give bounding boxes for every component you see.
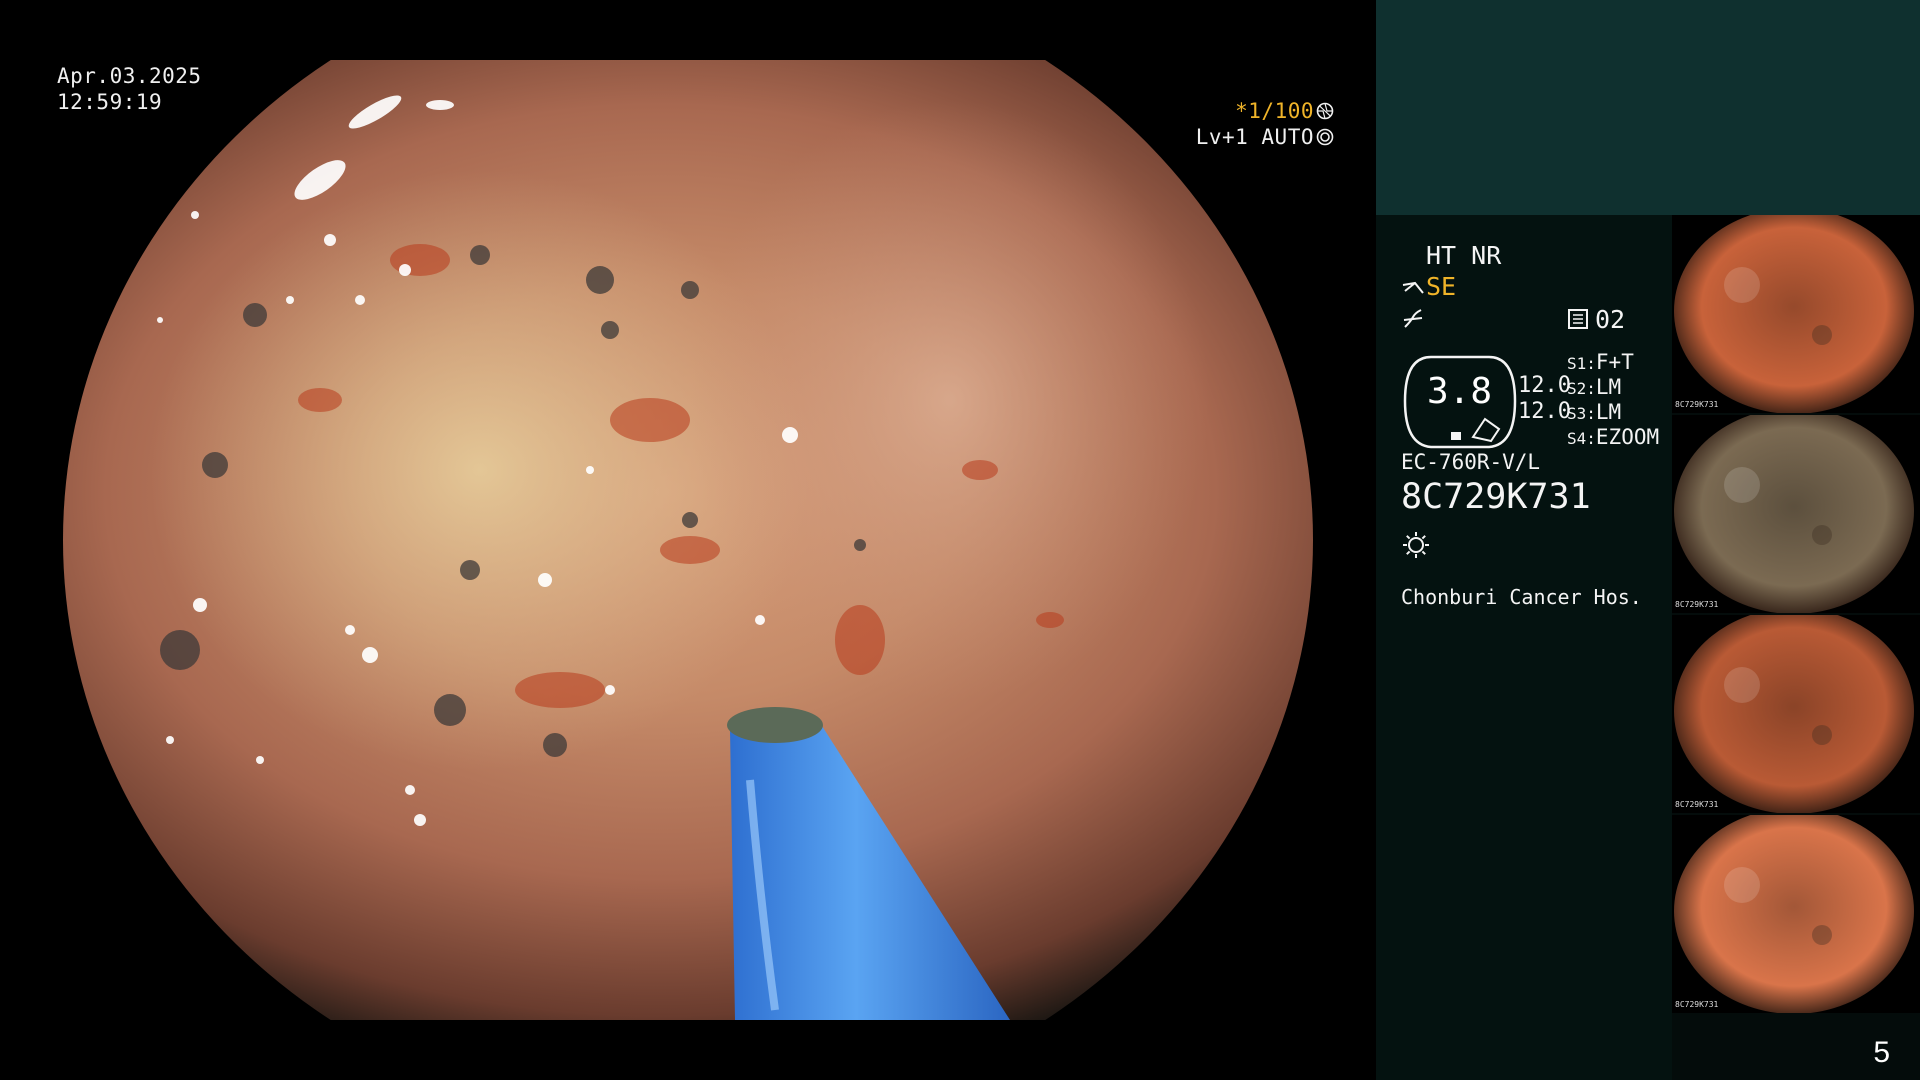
shutter-speed-text: *1/100: [1235, 99, 1314, 123]
thumbnail-image: [1674, 415, 1914, 613]
thumbnail-serial: 8C729K731: [1675, 800, 1719, 809]
switch-1-value: F+T: [1595, 350, 1634, 374]
thumbnail-serial: 8C729K731: [1675, 600, 1719, 609]
light-icon: [1403, 532, 1429, 558]
enhance-row: Lv+1 AUTO: [1196, 124, 1334, 150]
thumbnail-image: [1674, 215, 1914, 413]
exposure-settings: *1/100 Lv+1 AUTO: [1196, 98, 1334, 150]
switch-1-label: S1:: [1567, 354, 1596, 373]
side-panel: HT NR SE 02 3.8 12.0 12.0 S1:F+T S2:LM S…: [1376, 0, 1920, 1080]
shutter-row: *1/100: [1196, 98, 1334, 124]
switch-4: S4:EZOOM: [1567, 423, 1659, 453]
switch-2-value: LM: [1595, 375, 1622, 399]
thumbnail-serial: 8C729K731: [1675, 400, 1719, 409]
thumbnail-1[interactable]: 8C729K731: [1672, 215, 1920, 413]
pen-icon: [1402, 281, 1424, 294]
switch-4-value: EZOOM: [1595, 425, 1660, 449]
date-text: Apr.03.2025: [57, 64, 202, 88]
gauge-value: 3.8: [1426, 371, 1493, 412]
switch-4-label: S4:: [1567, 429, 1596, 448]
hospital-name: Chonburi Cancer Hos.: [1401, 585, 1642, 609]
endoscope-view: Apr.03.2025 12:59:19 *1/100 Lv+1 AUTO: [0, 0, 1376, 1080]
time-text: 12:59:19: [57, 90, 163, 114]
se-label: SE: [1426, 272, 1457, 301]
memo-number: 02: [1595, 305, 1626, 334]
endoscopic-image: [63, 60, 1313, 1020]
enhance-level-text: Lv+1 AUTO: [1195, 125, 1314, 149]
memo-icon: [1568, 309, 1588, 329]
aperture-value-2: 12.0: [1518, 399, 1571, 424]
ht-nr-label: HT NR: [1426, 241, 1502, 270]
switch-3-label: S3:: [1567, 404, 1596, 423]
scope-model: EC-760R-V/L: [1401, 450, 1541, 474]
shutter-icon: [1316, 102, 1334, 120]
freeze-icon: [1403, 309, 1423, 328]
panel-header-block: [1376, 0, 1920, 215]
thumbnail-2[interactable]: 8C729K731: [1672, 415, 1920, 613]
thumbnail-strip: 8C729K731 8C729K731 8C729K731 8C729K731: [1672, 215, 1920, 1013]
thumbnail-3[interactable]: 8C729K731: [1672, 615, 1920, 813]
enhance-icon: [1316, 128, 1334, 146]
switch-3-value: LM: [1595, 400, 1622, 424]
aperture-value-1: 12.0: [1518, 373, 1571, 398]
page-number: 5: [1873, 1036, 1890, 1069]
serial-number: 8C729K731: [1401, 477, 1591, 517]
thumbnail-image: [1674, 815, 1914, 1013]
thumbnail-serial: 8C729K731: [1675, 1000, 1719, 1009]
switch-2-label: S2:: [1567, 379, 1596, 398]
thumbnail-image: [1674, 615, 1914, 813]
thumbnail-4[interactable]: 8C729K731: [1672, 815, 1920, 1013]
date-time-display: Apr.03.2025 12:59:19: [57, 63, 202, 115]
procedure-info-panel: HT NR SE 02 3.8 12.0 12.0 S1:F+T S2:LM S…: [1376, 215, 1672, 1080]
